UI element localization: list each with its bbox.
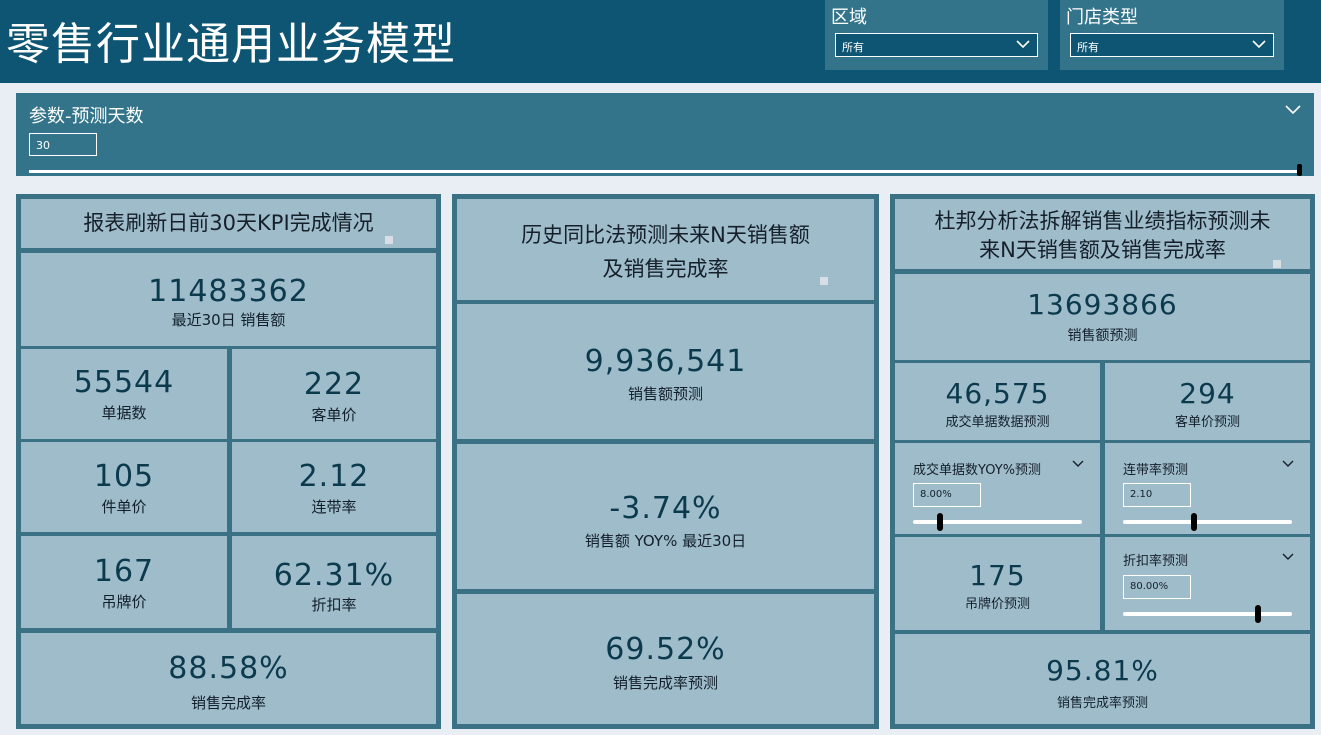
attach-rate-input[interactable]: 2.10 bbox=[1123, 483, 1191, 507]
discount-input[interactable]: 80.00% bbox=[1123, 575, 1191, 599]
forecast-sales-card: 9,936,541 销售额预测 bbox=[457, 304, 874, 439]
yoy-panel-header: 历史同比法预测未来N天销售额 及销售完成率 bbox=[457, 199, 874, 300]
region-dropdown[interactable]: 所有 bbox=[835, 33, 1038, 57]
forecast-avg-order-card: 294 客单价预测 bbox=[1105, 363, 1310, 440]
store-type-dropdown[interactable]: 所有 bbox=[1070, 33, 1274, 57]
orders-value: 55544 bbox=[73, 365, 175, 400]
forecast-days-input[interactable]: 30 bbox=[29, 133, 97, 156]
forecast-tag-price-card: 175 吊牌价预测 bbox=[895, 537, 1100, 630]
header-bar: 零售行业通用业务模型 区域 所有 门店类型 所有 bbox=[0, 0, 1321, 83]
store-type-slicer[interactable]: 门店类型 所有 bbox=[1060, 0, 1284, 70]
completion-label: 销售完成率 bbox=[190, 694, 266, 712]
discount-value: 62.31% bbox=[273, 558, 395, 593]
forecast-days-label: 参数-预测天数 bbox=[29, 106, 144, 127]
discount-slicer-label: 折扣率预测 bbox=[1123, 554, 1189, 569]
attach-rate-slicer[interactable]: 连带率预测 2.10 bbox=[1105, 443, 1310, 534]
kpi-panel: 报表刷新日前30天KPI完成情况 11483362 最近30日 销售额 5554… bbox=[16, 194, 441, 729]
orders-yoy-slider-handle[interactable] bbox=[937, 513, 944, 531]
forecast-sales-label: 销售额预测 bbox=[627, 385, 703, 403]
unit-price-card: 105 件单价 bbox=[21, 442, 227, 532]
sales-label: 最近30日 销售额 bbox=[171, 311, 286, 329]
tag-price-label: 吊牌价 bbox=[101, 593, 147, 611]
avg-order-value: 222 bbox=[303, 367, 365, 402]
dupont-forecast-sales-label: 销售额预测 bbox=[1067, 328, 1138, 344]
page-title: 零售行业通用业务模型 bbox=[6, 19, 456, 70]
dupont-forecast-sales-card: 13693866 销售额预测 bbox=[895, 274, 1310, 360]
yoy-card: -3.74% 销售额 YOY% 最近30日 bbox=[457, 444, 874, 589]
region-dropdown-value: 所有 bbox=[842, 41, 864, 54]
discount-label: 折扣率 bbox=[311, 596, 357, 614]
discount-slicer[interactable]: 折扣率预测 80.00% bbox=[1105, 537, 1310, 630]
region-slicer[interactable]: 区域 所有 bbox=[825, 0, 1048, 70]
kpi-panel-header: 报表刷新日前30天KPI完成情况 bbox=[21, 199, 436, 248]
orders-label: 单据数 bbox=[101, 404, 147, 422]
yoy-value: -3.74% bbox=[609, 491, 722, 526]
forecast-orders-label: 成交单据数据预测 bbox=[945, 415, 1050, 430]
store-type-slicer-label: 门店类型 bbox=[1066, 7, 1138, 28]
yoy-panel-title-line1: 历史同比法预测未来N天销售额 bbox=[521, 223, 810, 247]
forecast-orders-card: 46,575 成交单据数据预测 bbox=[895, 363, 1100, 440]
chevron-down-icon bbox=[1252, 40, 1266, 49]
focus-mode-icon[interactable] bbox=[1273, 260, 1281, 268]
focus-mode-icon[interactable] bbox=[385, 236, 393, 244]
sales-card: 11483362 最近30日 销售额 bbox=[21, 253, 436, 346]
attach-rate-card: 2.12 连带率 bbox=[232, 442, 436, 532]
attach-rate-slicer-label: 连带率预测 bbox=[1123, 463, 1189, 478]
chevron-down-icon[interactable] bbox=[1282, 552, 1294, 562]
chevron-down-icon bbox=[1016, 40, 1030, 49]
focus-mode-icon[interactable] bbox=[820, 277, 828, 285]
dupont-forecast-sales-value: 13693866 bbox=[1027, 288, 1178, 321]
tag-price-card: 167 吊牌价 bbox=[21, 536, 227, 628]
dupont-panel-title-line2: 来N天销售额及销售完成率 bbox=[979, 238, 1226, 262]
chevron-down-icon[interactable] bbox=[1072, 459, 1084, 469]
discount-card: 62.31% 折扣率 bbox=[232, 536, 436, 628]
forecast-tag-price-value: 175 bbox=[969, 559, 1026, 592]
unit-price-value: 105 bbox=[93, 459, 155, 494]
forecast-avg-order-value: 294 bbox=[1179, 377, 1236, 410]
forecast-completion-value: 69.52% bbox=[605, 632, 726, 667]
forecast-completion-card: 69.52% 销售完成率预测 bbox=[457, 594, 874, 724]
chevron-down-icon[interactable] bbox=[1282, 459, 1294, 469]
avg-order-label: 客单价 bbox=[311, 406, 357, 424]
forecast-days-slider-track[interactable] bbox=[29, 170, 1300, 173]
attach-rate-label: 连带率 bbox=[311, 498, 357, 516]
region-slicer-label: 区域 bbox=[831, 7, 867, 28]
dupont-completion-label: 销售完成率预测 bbox=[1056, 696, 1148, 711]
discount-slider-handle[interactable] bbox=[1255, 605, 1262, 623]
orders-yoy-input[interactable]: 8.00% bbox=[913, 483, 981, 507]
attach-rate-value: 2.12 bbox=[298, 459, 370, 494]
yoy-panel-title-line2: 及销售完成率 bbox=[602, 257, 729, 281]
attach-rate-slider-handle[interactable] bbox=[1190, 513, 1197, 531]
forecast-days-slider-handle[interactable] bbox=[1297, 164, 1302, 176]
orders-card: 55544 单据数 bbox=[21, 349, 227, 439]
discount-slider-track[interactable] bbox=[1123, 612, 1292, 616]
completion-value: 88.58% bbox=[168, 651, 289, 686]
dupont-panel: 杜邦分析法拆解销售业绩指标预测未 来N天销售额及销售完成率 13693866 销… bbox=[890, 194, 1315, 729]
attach-rate-slider-track[interactable] bbox=[1123, 520, 1292, 524]
dupont-completion-value: 95.81% bbox=[1046, 654, 1159, 687]
sales-value: 11483362 bbox=[148, 274, 309, 309]
unit-price-label: 件单价 bbox=[101, 498, 147, 516]
forecast-days-parameter[interactable]: 参数-预测天数 30 bbox=[16, 93, 1314, 176]
forecast-tag-price-label: 吊牌价预测 bbox=[964, 597, 1030, 612]
completion-card: 88.58% 销售完成率 bbox=[21, 633, 436, 724]
forecast-orders-value: 46,575 bbox=[945, 377, 1050, 410]
forecast-sales-value: 9,936,541 bbox=[584, 344, 747, 379]
tag-price-value: 167 bbox=[93, 554, 155, 589]
yoy-forecast-panel: 历史同比法预测未来N天销售额 及销售完成率 9,936,541 销售额预测 -3… bbox=[452, 194, 879, 729]
kpi-panel-title: 报表刷新日前30天KPI完成情况 bbox=[83, 211, 374, 235]
dupont-panel-title-line1: 杜邦分析法拆解销售业绩指标预测未 bbox=[934, 209, 1271, 233]
dupont-completion-card: 95.81% 销售完成率预测 bbox=[895, 634, 1310, 724]
forecast-completion-label: 销售完成率预测 bbox=[612, 674, 718, 692]
dupont-panel-header: 杜邦分析法拆解销售业绩指标预测未 来N天销售额及销售完成率 bbox=[895, 199, 1310, 269]
store-type-dropdown-value: 所有 bbox=[1077, 41, 1099, 54]
orders-yoy-slicer-label: 成交单据数YOY%预测 bbox=[913, 463, 1042, 478]
orders-yoy-slicer[interactable]: 成交单据数YOY%预测 8.00% bbox=[895, 443, 1100, 534]
chevron-down-icon[interactable] bbox=[1285, 103, 1301, 117]
avg-order-card: 222 客单价 bbox=[232, 349, 436, 439]
yoy-label: 销售额 YOY% 最近30日 bbox=[584, 532, 747, 550]
forecast-avg-order-label: 客单价预测 bbox=[1174, 415, 1240, 430]
